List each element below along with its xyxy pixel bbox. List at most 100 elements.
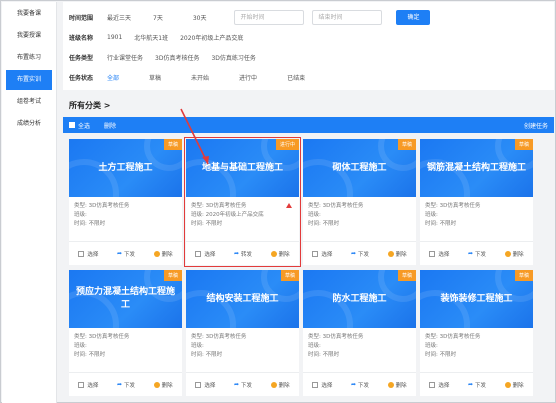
status-badge: 草稿 [280, 270, 299, 281]
delete-icon [504, 381, 511, 388]
status-badge: 草稿 [514, 139, 533, 150]
type-option-3[interactable]: 3D仿真练习任务 [211, 53, 255, 62]
card-banner[interactable]: 防水工程施工 草稿 [303, 270, 416, 328]
publish-button[interactable]: ➦ 下发 [351, 381, 369, 389]
delete-icon [387, 381, 394, 388]
card-banner[interactable]: 钢筋混凝土结构工程施工 草稿 [420, 139, 533, 197]
select-checkbox[interactable]: 选择 [78, 381, 98, 389]
grade-label: 班级: [74, 343, 87, 349]
publish-button[interactable]: ➦ 下发 [468, 250, 486, 258]
time-option-3days[interactable]: 最近三天 [107, 13, 131, 22]
sidebar-item-exam[interactable]: 组卷考试 [6, 92, 52, 112]
delete-button[interactable]: 删除 [387, 250, 407, 258]
card-banner[interactable]: 装饰装修工程施工 草稿 [420, 270, 533, 328]
filter-row-grade: 班级名称 1901 北华航天1班 2020年初级上产品交底 [69, 27, 548, 47]
time-label: 时间: [74, 352, 87, 358]
status-option-ended[interactable]: 已结束 [287, 73, 305, 82]
section-title[interactable]: 所有分类 > [69, 100, 554, 111]
publish-button[interactable]: ➦ 下发 [117, 381, 135, 389]
select-label: 选择 [87, 251, 99, 258]
task-card[interactable]: 土方工程施工 草稿 类型: 3D仿真考核任务 班级: 时间: 不限时 选择 ➦ 下发 删除 [69, 139, 182, 265]
filter-row-status: 任务状态 全部 草稿 未开始 进行中 已结束 [69, 67, 548, 87]
publish-button[interactable]: ➦ 下发 [234, 381, 252, 389]
select-checkbox[interactable]: 选择 [195, 381, 215, 389]
task-card[interactable]: 钢筋混凝土结构工程施工 草稿 类型: 3D仿真考核任务 班级: 时间: 不限时 选择 ➦ 下… [420, 139, 533, 265]
time-option-7days[interactable]: 7天 [153, 13, 163, 22]
delete-button[interactable]: 删除 [387, 381, 407, 389]
sidebar-item-teach[interactable]: 我要授课 [6, 26, 52, 46]
card-actions: 选择 ➦ 下发 删除 [420, 372, 533, 396]
send-icon: ➦ [116, 381, 122, 388]
confirm-button[interactable]: 确定 [396, 9, 431, 25]
task-card[interactable]: 预应力混凝土结构工程施工 草稿 类型: 3D仿真考核任务 班级: 时间: 不限时 选择 ➦… [69, 270, 182, 396]
card-banner[interactable]: 地基与基础工程施工 进行中 [186, 139, 299, 197]
select-label: 选择 [321, 251, 333, 258]
publish-button[interactable]: ➦ 转发 [234, 250, 252, 258]
publish-label: 下发 [475, 382, 487, 389]
filter-label-time: 时间范围 [69, 14, 94, 22]
card-title: 装饰装修工程施工 [440, 293, 513, 304]
card-actions: 选择 ➦ 转发 删除 [186, 241, 299, 265]
create-task-button[interactable]: 创建任务 [524, 121, 548, 130]
time-label: 时间: [191, 221, 204, 227]
time-option-30days[interactable]: 30天 [193, 13, 207, 22]
select-checkbox[interactable]: 选择 [429, 381, 449, 389]
batch-delete-button[interactable]: 删除 [104, 121, 116, 130]
grade-option-3[interactable]: 2020年初级上产品交底 [180, 33, 243, 42]
card-banner[interactable]: 砌体工程施工 草稿 [303, 139, 416, 197]
delete-button[interactable]: 删除 [270, 250, 290, 258]
delete-icon [504, 250, 511, 257]
delete-label: 删除 [512, 251, 524, 258]
delete-button[interactable]: 删除 [153, 250, 173, 258]
status-option-all[interactable]: 全部 [107, 73, 119, 82]
checkbox-icon [195, 381, 202, 388]
card-banner[interactable]: 结构安装工程施工 草稿 [186, 270, 299, 328]
select-all-checkbox[interactable] [69, 122, 75, 128]
task-card[interactable]: 装饰装修工程施工 草稿 类型: 3D仿真考核任务 班级: 时间: 不限时选择 ➦ 下发 删除 [420, 270, 533, 396]
delete-button[interactable]: 删除 [270, 381, 290, 389]
select-checkbox[interactable]: 选择 [195, 250, 215, 258]
status-option-draft[interactable]: 草稿 [149, 73, 161, 82]
card-banner[interactable]: 土方工程施工 草稿 [69, 139, 182, 197]
card-banner[interactable]: 预应力混凝土结构工程施工 草稿 [69, 270, 182, 328]
select-checkbox[interactable]: 选择 [78, 250, 98, 258]
delete-button[interactable]: 删除 [504, 381, 524, 389]
sidebar-item-training[interactable]: 布置实训 [6, 70, 52, 90]
sidebar-item-prepare[interactable]: 我要备课 [6, 4, 52, 24]
publish-button[interactable]: ➦ 下发 [351, 250, 369, 258]
send-icon: ➦ [350, 250, 356, 257]
sidebar-item-analysis[interactable]: 成绩分析 [6, 114, 52, 134]
select-checkbox[interactable]: 选择 [312, 250, 332, 258]
time-value: 不限时 [205, 221, 223, 227]
filter-row-type: 任务类型 行业课堂任务 3D仿真考核任务 3D仿真练习任务 [69, 47, 548, 67]
type-option-1[interactable]: 行业课堂任务 [107, 53, 143, 62]
select-checkbox[interactable]: 选择 [429, 250, 449, 258]
delete-button[interactable]: 删除 [504, 250, 524, 258]
status-option-not-started[interactable]: 未开始 [191, 73, 209, 82]
delete-button[interactable]: 删除 [153, 381, 173, 389]
task-card[interactable]: 防水工程施工 草稿 类型: 3D仿真考核任务 班级: 时间: 不限时 选择 ➦ 下发 删除 [303, 270, 416, 396]
card-info: 类型: 3D仿真考核任务 班级: 时间: 不限时 [420, 328, 533, 372]
time-label: 时间: [425, 352, 438, 358]
status-option-in-progress[interactable]: 进行中 [239, 73, 257, 82]
grade-option-1[interactable]: 1901 [107, 34, 122, 41]
select-label: 选择 [321, 382, 333, 389]
task-card[interactable]: 地基与基础工程施工 进行中 类型: 3D仿真考核任务 班级: 2020年初级上产品交底… [184, 137, 301, 267]
grade-option-2[interactable]: 北华航天1班 [134, 33, 168, 42]
delete-icon [270, 250, 277, 257]
type-value: 3D仿真考核任务 [439, 334, 481, 340]
app-window: 我要备课 我要授课 布置练习 布置实训 组卷考试 成绩分析 时间范围 最近三天 … [0, 0, 556, 403]
publish-button[interactable]: ➦ 下发 [117, 250, 135, 258]
card-actions: 选择 ➦ 下发 删除 [303, 372, 416, 396]
publish-button[interactable]: ➦ 下发 [468, 381, 486, 389]
select-all-label[interactable]: 全选 [78, 121, 90, 130]
start-time-input[interactable]: 开始时间 [234, 9, 305, 25]
end-time-input[interactable]: 结束时间 [312, 9, 383, 25]
task-card[interactable]: 砌体工程施工 草稿 类型: 3D仿真考核任务 班级: 时间: 不限时 选择 ➦ 下发 删除 [303, 139, 416, 265]
type-option-2[interactable]: 3D仿真考核任务 [155, 53, 199, 62]
sidebar-item-exercise[interactable]: 布置练习 [6, 48, 52, 68]
grade-label: 班级: [308, 212, 321, 218]
task-card[interactable]: 结构安装工程施工 草稿 类型: 3D仿真考核任务 班级: 时间: 不限时 选择 ➦ 下发 删除 [186, 270, 299, 396]
select-checkbox[interactable]: 选择 [312, 381, 332, 389]
time-label: 时间: [308, 352, 321, 358]
